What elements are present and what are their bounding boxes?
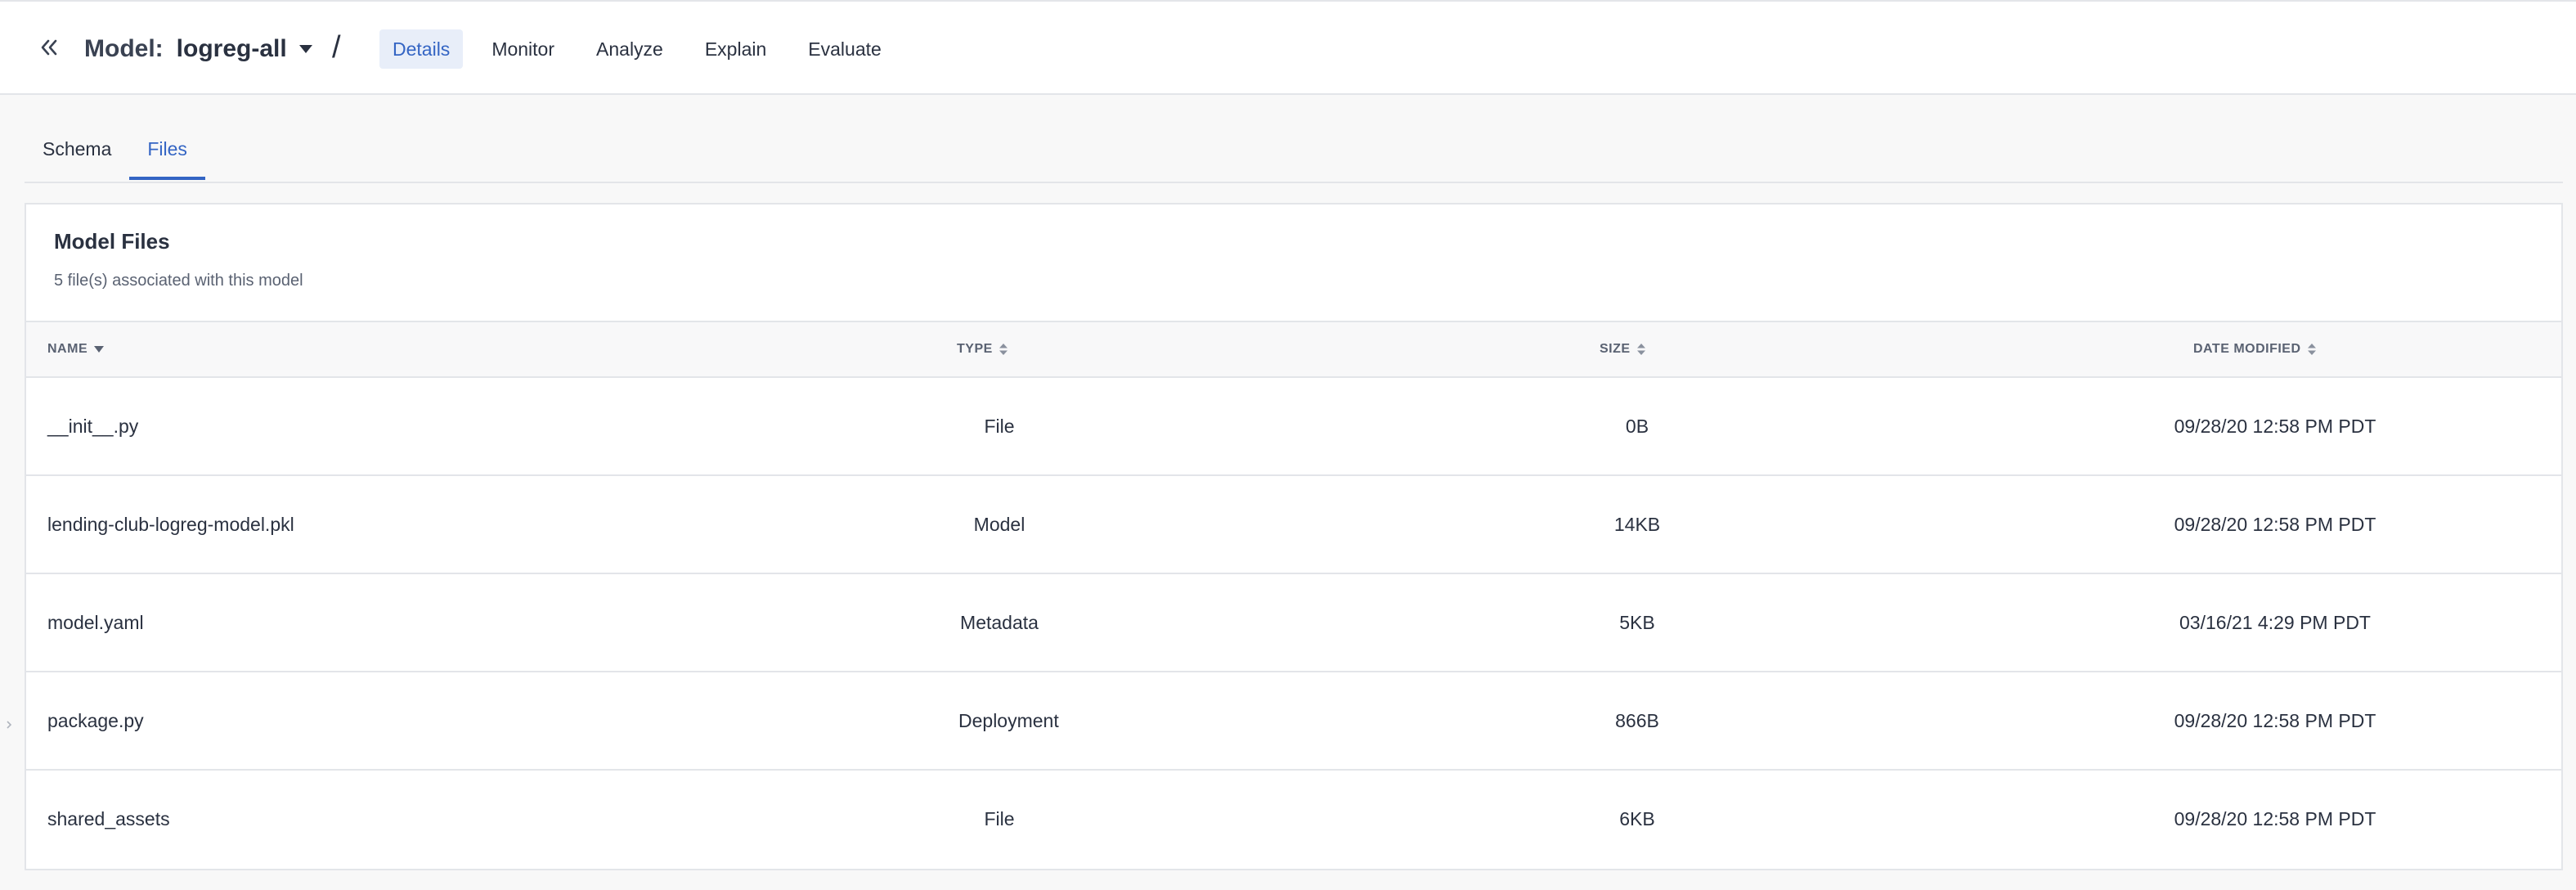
file-type: Model [973,514,1025,535]
column-header-name-label: NAME [47,342,88,356]
caret-down-icon [298,45,312,53]
column-header-date-label: DATE MODIFIED [2193,342,2301,356]
model-name[interactable]: logreg-all [177,31,287,67]
panel-subtitle: 5 file(s) associated with this model [54,272,303,290]
file-date: 09/28/20 12:58 PM PDT [2174,710,2376,731]
sort-desc-icon [94,346,105,353]
nav-analyze[interactable]: Analyze [583,29,676,69]
table-row[interactable]: package.py Deployment 866B 09/28/20 12:5… [26,672,2561,771]
file-name[interactable]: model.yaml [47,574,144,671]
column-header-date-modified[interactable]: DATE MODIFIED [2193,322,2316,376]
model-dropdown-toggle[interactable] [298,44,313,54]
column-header-type[interactable]: TYPE [957,322,1008,376]
file-size: 0B [1625,416,1649,437]
nav-evaluate[interactable]: Evaluate [795,29,895,69]
panel-header: Model Files 5 file(s) associated with th… [26,205,2561,322]
sort-both-icon [2307,344,2316,355]
sub-tabs: Schema Files [25,128,2563,183]
column-header-type-label: TYPE [957,342,993,356]
file-type: File [984,808,1015,829]
file-type: Deployment [958,710,1059,731]
panel-title: Model Files [54,229,170,254]
file-name[interactable]: __init__.py [47,378,138,474]
tab-schema[interactable]: Schema [25,128,129,180]
file-date: 09/28/20 12:58 PM PDT [2174,808,2376,829]
file-size: 5KB [1619,612,1655,633]
file-type: File [984,416,1015,437]
side-panel-toggle[interactable] [3,717,15,733]
file-name[interactable]: lending-club-logreg-model.pkl [47,476,294,573]
model-prefix: Model: [84,35,164,62]
table-row[interactable]: model.yaml Metadata 5KB 03/16/21 4:29 PM… [26,574,2561,672]
model-selector: Model: logreg-all [84,31,313,67]
table-row[interactable]: shared_assets File 6KB 09/28/20 12:58 PM… [26,771,2561,869]
breadcrumb-separator: / [332,30,341,65]
table-row[interactable]: __init__.py File 0B 09/28/20 12:58 PM PD… [26,378,2561,476]
top-header: Model: logreg-all / Details Monitor Anal… [0,0,2576,95]
tab-files[interactable]: Files [129,128,205,180]
file-size: 14KB [1613,514,1661,535]
nav-explain[interactable]: Explain [692,29,779,69]
nav-monitor[interactable]: Monitor [478,29,568,69]
column-header-name[interactable]: NAME [47,322,105,376]
collapse-button[interactable] [33,31,65,64]
sort-both-icon [1636,344,1645,355]
file-date: 09/28/20 12:58 PM PDT [2174,416,2376,437]
file-name[interactable]: package.py [47,672,144,769]
file-date: 03/16/21 4:29 PM PDT [2179,612,2371,633]
file-size: 866B [1615,710,1659,731]
chevron-right-icon [7,721,12,729]
main-nav: Details Monitor Analyze Explain Evaluate [379,29,910,69]
column-header-size-label: SIZE [1600,342,1631,356]
file-date: 09/28/20 12:58 PM PDT [2174,514,2376,535]
table-row[interactable]: lending-club-logreg-model.pkl Model 14KB… [26,476,2561,574]
nav-details[interactable]: Details [379,29,464,69]
column-header-size[interactable]: SIZE [1600,322,1645,376]
sort-both-icon [999,344,1008,355]
double-chevron-left-icon [41,39,57,56]
table-header: NAME TYPE SIZE DATE MODIFIED [26,322,2561,378]
file-type: Metadata [960,612,1039,633]
file-name[interactable]: shared_assets [47,771,170,867]
model-files-panel: Model Files 5 file(s) associated with th… [25,203,2563,870]
file-size: 6KB [1619,808,1655,829]
